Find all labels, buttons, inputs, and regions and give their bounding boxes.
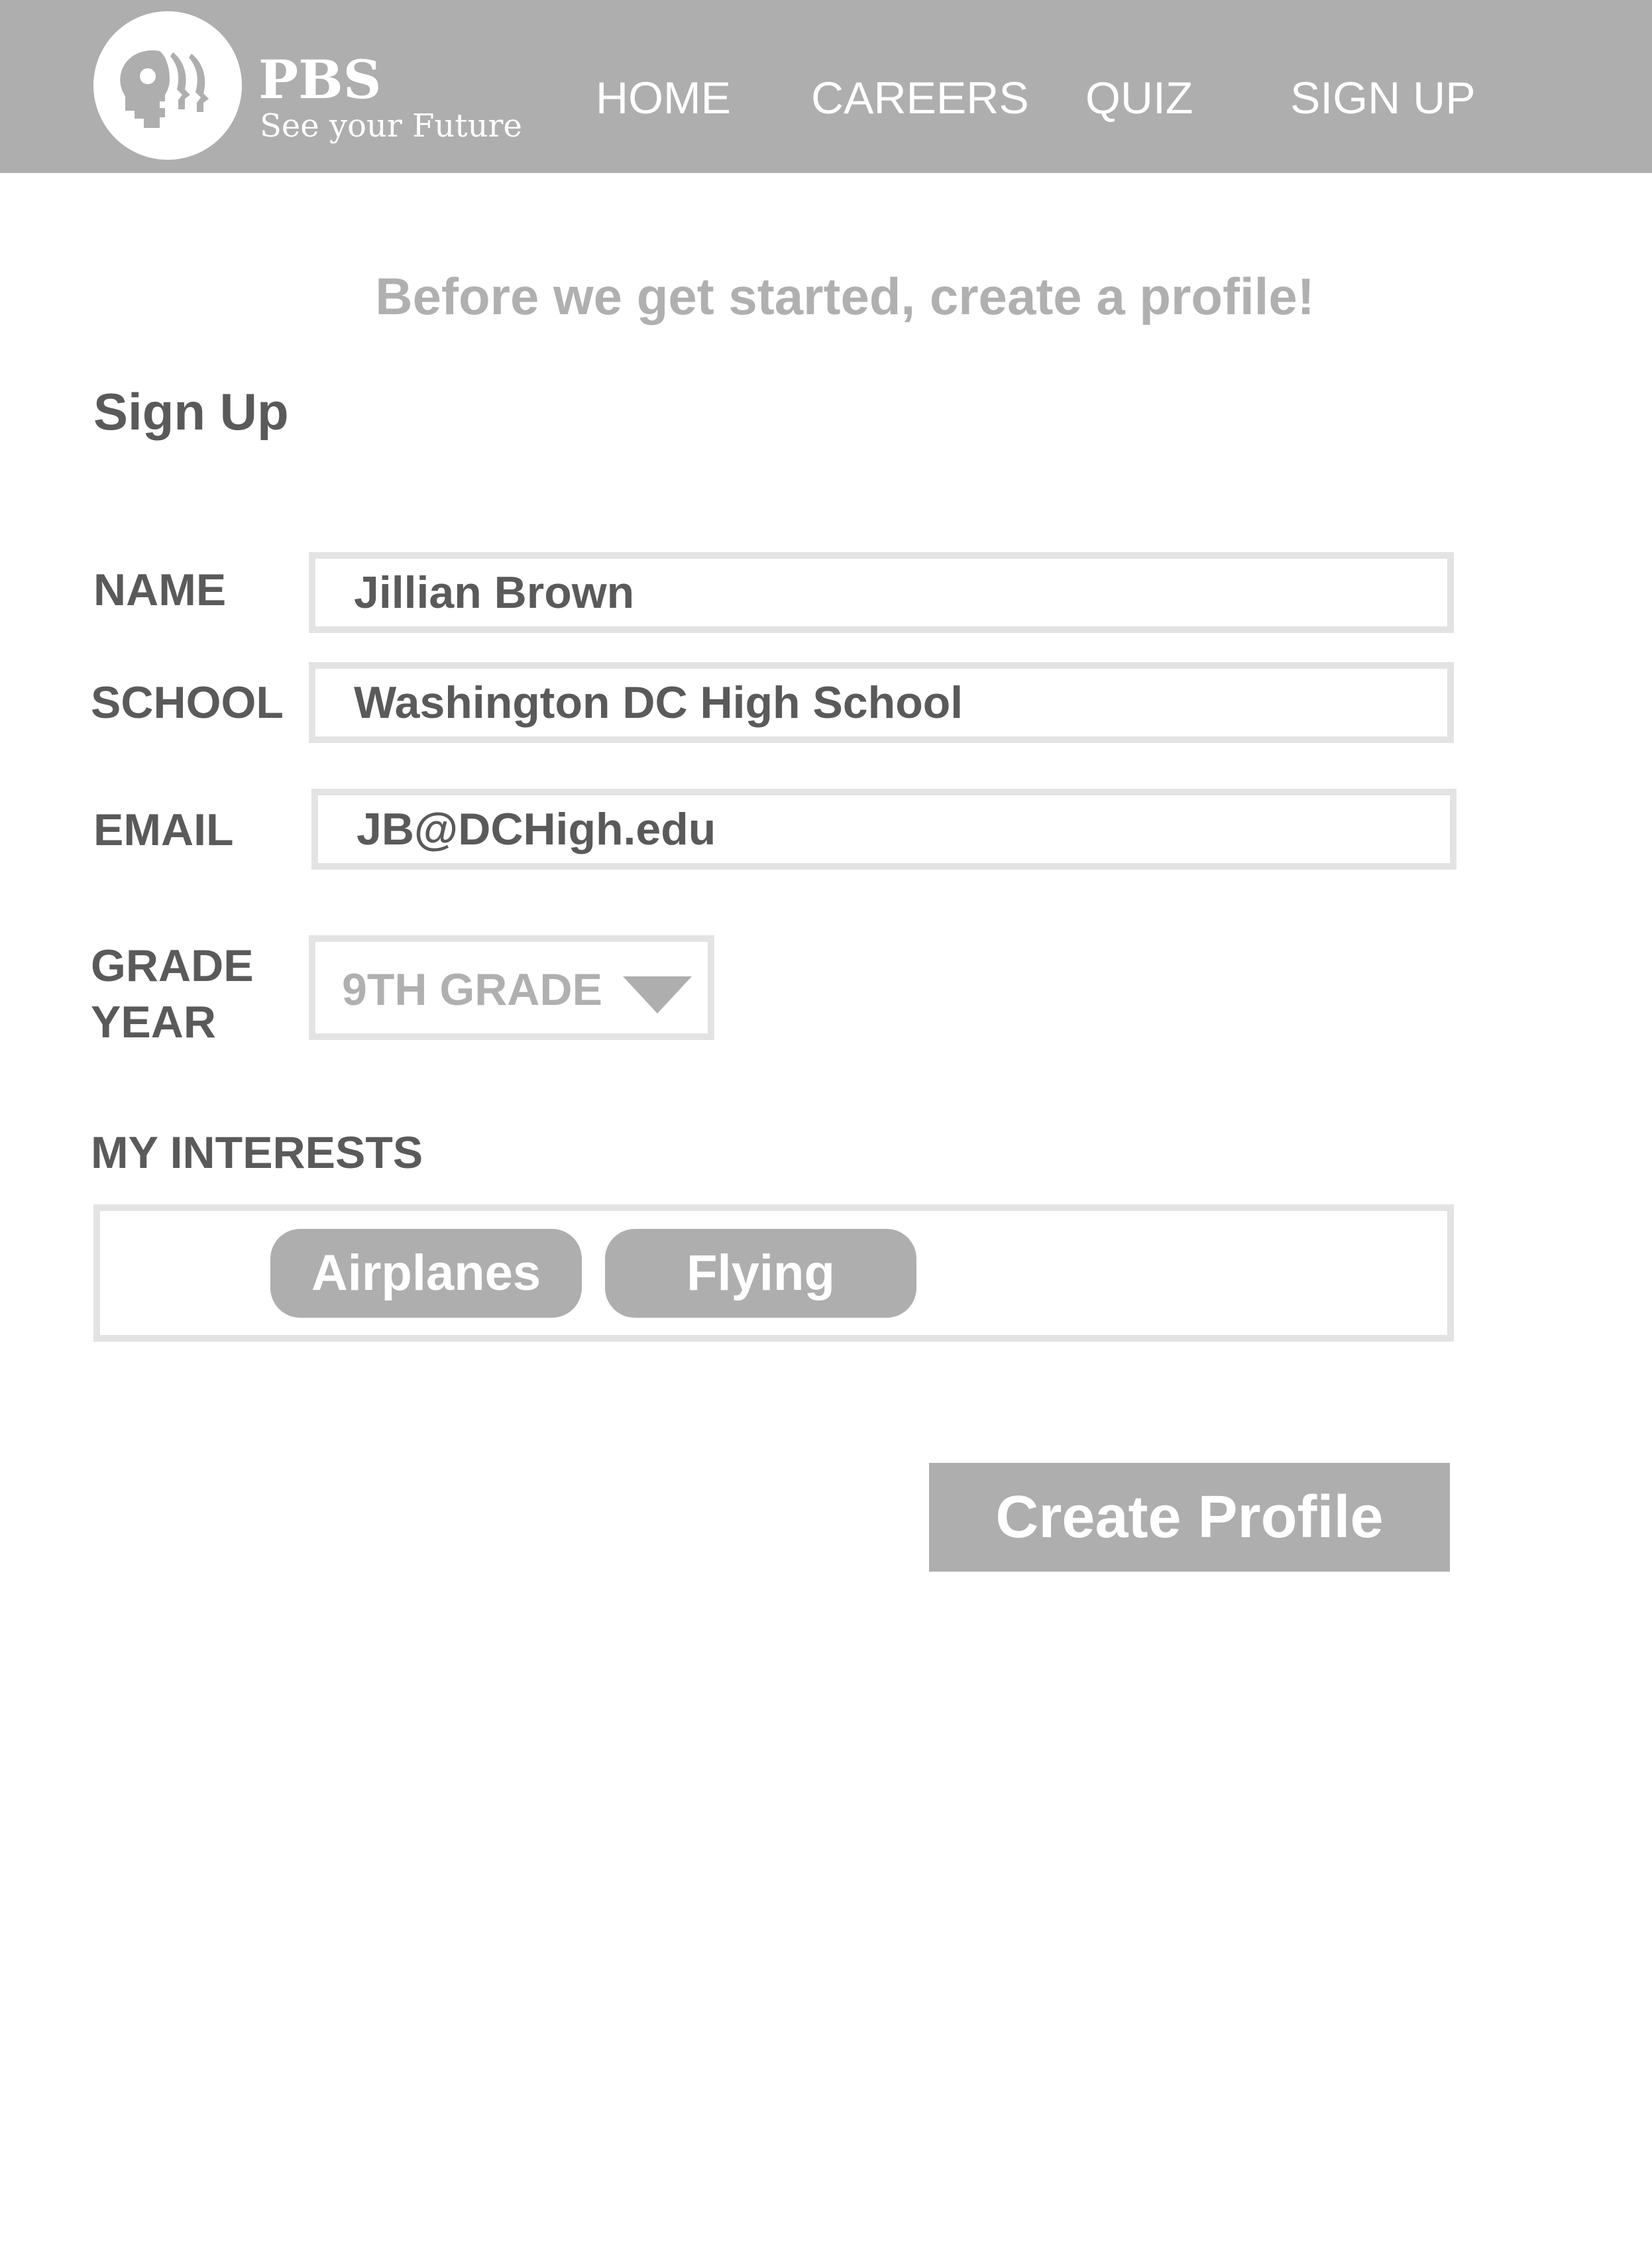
school-field[interactable] bbox=[309, 662, 1454, 743]
email-field[interactable] bbox=[311, 789, 1457, 870]
school-label: SCHOOL bbox=[91, 677, 284, 728]
interests-label: MY INTERESTS bbox=[91, 1128, 423, 1178]
interest-tag-airplanes[interactable]: Airplanes bbox=[270, 1229, 582, 1318]
brand-name: PBS bbox=[258, 48, 382, 111]
name-label: NAME bbox=[93, 565, 227, 615]
nav-careers[interactable]: CAREERS bbox=[811, 76, 1029, 121]
nav-home[interactable]: HOME bbox=[596, 76, 731, 121]
page-title: Sign Up bbox=[93, 382, 289, 441]
interests-box[interactable]: Airplanes Flying bbox=[93, 1204, 1454, 1342]
create-profile-button[interactable]: Create Profile bbox=[929, 1463, 1450, 1572]
dropdown-arrow-icon bbox=[623, 976, 692, 1013]
email-label: EMAIL bbox=[93, 805, 234, 855]
nav-quiz[interactable]: QUIZ bbox=[1085, 76, 1193, 121]
grade-year-selected-value: 9TH GRADE bbox=[342, 964, 602, 1015]
grade-year-select[interactable]: 9TH GRADE bbox=[309, 935, 714, 1040]
nav-sign-up[interactable]: SIGN UP bbox=[1290, 76, 1476, 121]
pbs-logo-icon[interactable] bbox=[93, 11, 242, 160]
brand-tagline: See your Future bbox=[260, 107, 522, 145]
interest-tag-flying[interactable]: Flying bbox=[605, 1229, 916, 1318]
intro-message: Before we get started, create a profile! bbox=[375, 267, 1315, 325]
grade-year-label: GRADE YEAR bbox=[91, 941, 254, 1047]
name-field[interactable] bbox=[309, 552, 1454, 633]
